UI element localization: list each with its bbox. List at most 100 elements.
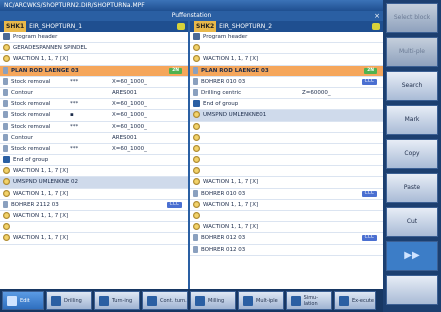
gear-icon — [3, 234, 10, 242]
softkey-cut[interactable]: Cut — [386, 207, 438, 237]
program-step-row[interactable]: Contour ARES001 — [0, 88, 188, 100]
program-step-row[interactable]: WACTION 1, 1, 7 [X] — [190, 177, 383, 189]
softkey-paste[interactable]: Paste — [386, 173, 438, 203]
panel-title: Puffenstation — [171, 12, 212, 19]
program-step-row[interactable]: End of group — [190, 99, 383, 111]
program-step-row[interactable] — [190, 155, 383, 167]
program-step-row[interactable]: UMSPND UMLENKNE01 — [190, 110, 383, 122]
program-status-icon — [177, 23, 185, 30]
program-step-row[interactable] — [190, 211, 383, 223]
step-label: Contour — [11, 89, 33, 96]
gear-icon — [193, 223, 200, 231]
program-step-row[interactable]: WACTION 1, 1, 7 [X] — [0, 189, 188, 200]
step-label: WACTION 1, 1, 7 [X] — [13, 168, 69, 175]
step-param: ▪ — [70, 112, 74, 119]
step-label: BOHRER 012 03 — [201, 246, 246, 253]
softkey-multi-ple[interactable]: Multi-ple — [386, 37, 438, 67]
tool-icon — [3, 133, 8, 141]
program-step-row[interactable]: BOHRER 012 03 CCC — [190, 233, 383, 245]
program-step-row[interactable]: Drilling centric Z=60000_ — [190, 88, 383, 100]
tool-icon — [193, 88, 198, 96]
program-step-row[interactable] — [190, 43, 383, 55]
tool-icon — [3, 200, 8, 208]
step-label: Stock removal — [11, 145, 51, 152]
step-label: PLAN ROD LAENGE 03 — [201, 67, 269, 74]
program-step-row[interactable]: WACTION 1, 1, 7 [X] — [0, 211, 188, 223]
step-label: UMSPND UMLENKNE 02 — [13, 179, 79, 186]
step-badge: CCC — [361, 78, 377, 85]
gear-icon — [193, 144, 200, 152]
step-label: Stock removal — [11, 78, 51, 85]
softkey-ex-ecute[interactable]: Ex-ecute — [334, 291, 376, 310]
program-step-row[interactable]: WACTION 1, 1, 7 [X] — [0, 54, 188, 66]
program-step-row[interactable]: Stock removal ▪ X=60_1000_ — [0, 110, 188, 122]
program-step-row[interactable] — [190, 166, 383, 178]
program-step-row[interactable]: Contour ARES001 — [0, 133, 188, 144]
softkey-turn-ing[interactable]: Turn-ing — [94, 291, 140, 310]
softkey-mult-iple[interactable]: Mult-iple — [238, 291, 284, 310]
gear-icon — [193, 200, 200, 208]
program-step-row[interactable]: Stock removal *** X=60_1000_ — [0, 122, 188, 133]
program-step-row[interactable]: Program header — [190, 32, 383, 44]
program-step-row[interactable]: WACTION 1, 1, 7 [X] — [190, 200, 383, 211]
gear-icon — [3, 55, 10, 63]
program-step-row[interactable]: WACTION 1, 1, 7 [X] — [190, 54, 383, 66]
softkey-drilling[interactable]: Drilling — [46, 291, 92, 310]
program-step-row[interactable] — [190, 133, 383, 144]
softkey-cont-turn-[interactable]: Cont. turn. — [142, 291, 188, 310]
step-value: X=60_1000_ — [112, 112, 147, 119]
tool-icon — [3, 88, 8, 96]
program-step-row[interactable]: BOHRER 2112 03 CCC — [0, 200, 188, 211]
step-value: Z=60000_ — [302, 89, 331, 96]
softkey-copy[interactable]: Copy — [386, 139, 438, 169]
program-step-row[interactable]: End of group — [0, 155, 188, 167]
gear-icon — [193, 178, 200, 186]
program-step-row[interactable]: Stock removal *** X=60_1000_ — [0, 144, 188, 156]
program-step-row[interactable]: BOHRER 010 03 CCC — [190, 189, 383, 200]
program-step-row[interactable]: WACTION 1, 1, 7 [X] — [0, 166, 188, 178]
program-step-row[interactable]: Stock removal *** X=60_1000_ — [0, 77, 188, 88]
softkey-label: Drilling — [64, 297, 82, 304]
step-badge: 2N — [364, 67, 377, 74]
program-step-row[interactable] — [0, 222, 188, 234]
program-step-row[interactable]: Program header — [0, 32, 188, 44]
program-step-row[interactable]: PLAN ROD LAENGE 03 2N — [0, 65, 188, 77]
step-label: WACTION 1, 1, 7 [X] — [13, 56, 69, 63]
softkey-search[interactable]: Search — [386, 71, 438, 101]
softkey--[interactable]: ▶▶ — [386, 241, 438, 271]
gear-icon — [193, 122, 200, 130]
softkey-blank[interactable] — [386, 275, 438, 305]
step-badge: 2N — [169, 67, 182, 74]
left-program-pane[interactable]: SHK1 EIR_SHOPTURN_1 Program header GERADES… — [0, 21, 190, 289]
program-step-row[interactable]: GERADESPANNEN SPINDEL — [0, 43, 188, 55]
program-step-row[interactable]: BOHRER 010 03 CCC — [190, 77, 383, 88]
program-step-row[interactable] — [190, 122, 383, 133]
step-label: End of group — [203, 101, 239, 108]
step-label: Program header — [203, 34, 248, 40]
softkey-simu-lation[interactable]: Simu-lation — [286, 291, 332, 310]
right-program-pane[interactable]: SHK2 EIR_SHOPTURN_2 Program header WACTION… — [190, 21, 383, 289]
step-label: Stock removal — [11, 123, 51, 130]
step-param: *** — [70, 101, 79, 108]
program-step-row[interactable] — [190, 144, 383, 156]
softkey-select-block[interactable]: Select block — [386, 3, 438, 33]
program-step-row[interactable]: Stock removal *** X=60_1000_ — [0, 99, 188, 111]
gear-icon — [193, 133, 200, 141]
horizontal-softkey-bar: Edit Drilling Turn-ing Cont. turn. Milling Mu… — [0, 289, 383, 312]
program-step-row[interactable]: PLAN ROD LAENGE 03 2N — [190, 65, 383, 77]
softkey-icon — [99, 295, 109, 306]
step-label: BOHRER 010 03 — [201, 78, 246, 85]
program-step-row[interactable]: WACTION 1, 1, 7 [X] — [0, 233, 188, 245]
step-value: X=60_1000_ — [112, 145, 147, 152]
program-step-row[interactable]: UMSPND UMLENKNE 02 — [0, 177, 188, 189]
close-icon[interactable]: × — [374, 11, 380, 21]
softkey-milling[interactable]: Milling — [190, 291, 236, 310]
softkey-mark[interactable]: Mark — [386, 105, 438, 135]
tool-icon — [3, 100, 8, 108]
program-step-row[interactable]: BOHRER 012 03 — [190, 245, 383, 256]
tool-icon — [3, 77, 8, 85]
left-pane-tag: SHK1 — [4, 21, 27, 32]
step-badge: CCC — [166, 201, 182, 208]
program-step-row[interactable]: WACTION 1, 1, 7 [X] — [190, 222, 383, 234]
softkey-edit[interactable]: Edit — [2, 291, 44, 310]
